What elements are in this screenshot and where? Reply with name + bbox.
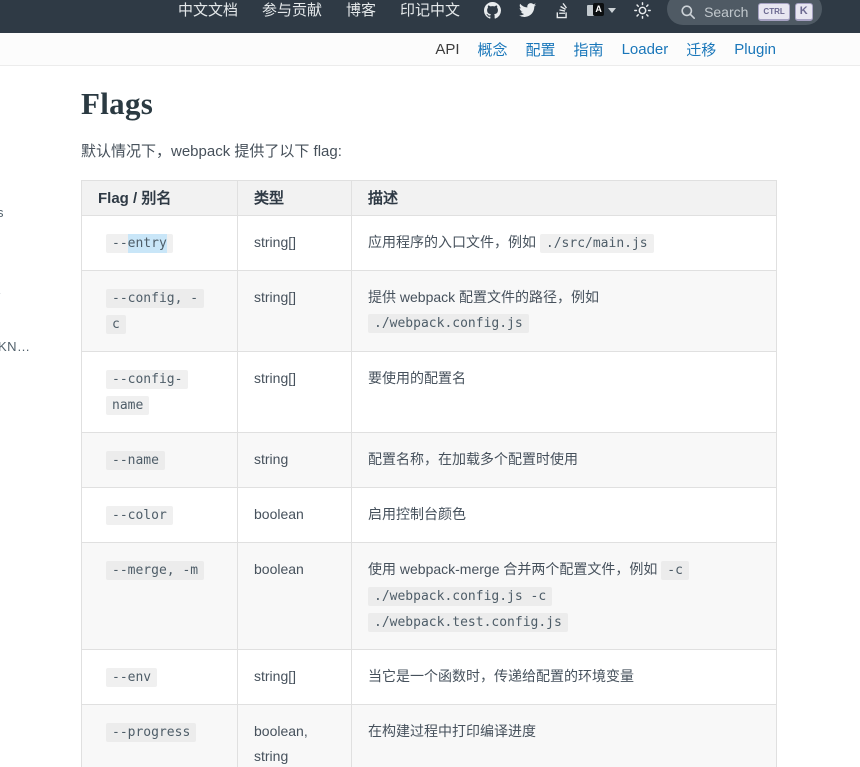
flag-code: --env xyxy=(106,668,157,687)
table-row: --name string配置名称，在加载多个配置时使用 xyxy=(82,433,777,488)
stackoverflow-icon[interactable] xyxy=(554,3,569,19)
table-row: --env string[]当它是一个函数时，传递给配置的环境变量 xyxy=(82,650,777,705)
table-header-row: Flag / 别名类型描述 xyxy=(82,181,777,216)
section-nav: API 概念配置指南 Loader 迁移 Plugin xyxy=(0,33,860,66)
subnav-item-2[interactable]: 概念 xyxy=(478,39,508,60)
flag-cell: --config, -c xyxy=(82,271,238,352)
flag-code: --entry xyxy=(106,234,173,253)
type-cell: string[] xyxy=(238,650,352,705)
table-row: --color boolean启用控制台颜色 xyxy=(82,488,777,543)
subnav-item-3[interactable]: 配置 xyxy=(526,39,556,60)
flag-code: --config, -c xyxy=(106,289,204,334)
desc-cell: 启用控制台颜色 xyxy=(352,488,777,543)
desc-cell: 配置名称，在加载多个配置时使用 xyxy=(352,433,777,488)
type-cell: string[] xyxy=(238,271,352,352)
flag-cell: --color xyxy=(82,488,238,543)
type-cell: string xyxy=(238,433,352,488)
desc-cell: 要使用的配置名 xyxy=(352,352,777,433)
flag-code: --config-name xyxy=(106,370,188,415)
type-cell: string[] xyxy=(238,216,352,271)
twitter-icon[interactable] xyxy=(519,3,536,18)
topbar-icons: A xyxy=(484,0,651,19)
desc-code: ./webpack.config.js xyxy=(368,314,529,333)
translate-icon-front: A xyxy=(593,3,604,16)
column-header-1: Flag / 别名 xyxy=(82,181,238,216)
column-header-2: 类型 xyxy=(238,181,352,216)
type-cell: boolean, string xyxy=(238,705,352,767)
intro-paragraph: 默认情况下，webpack 提供了以下 flag: xyxy=(81,140,860,161)
desc-cell: 提供 webpack 配置文件的路径，例如 ./webpack.config.j… xyxy=(352,271,777,352)
search-shortcut-keys: CTRL K xyxy=(758,3,812,21)
kbd-ctrl: CTRL xyxy=(758,3,789,21)
desc-code: -c ./webpack.config.js -c ./webpack.test… xyxy=(368,561,689,632)
topbar-links: 中文文档参与贡献博客印记中文 xyxy=(166,0,472,20)
search-box[interactable]: Search CTRL K xyxy=(667,0,822,25)
main-content: Flags 默认情况下，webpack 提供了以下 flag: Flag / 别… xyxy=(0,66,860,767)
theme-light-icon[interactable] xyxy=(634,2,651,19)
table-row: --config, -c string[]提供 webpack 配置文件的路径，例… xyxy=(82,271,777,352)
top-navbar: 中文文档参与贡献博客印记中文 A xyxy=(0,0,860,33)
subnav-item-6[interactable]: 迁移 xyxy=(686,39,716,60)
topbar-link-2[interactable]: 参与贡献 xyxy=(250,1,334,20)
flag-cell: --entry xyxy=(82,216,238,271)
page-title: Flags xyxy=(81,86,860,122)
translate-icon: A xyxy=(587,3,604,18)
search-placeholder: Search xyxy=(704,4,748,20)
desc-code: ./src/main.js xyxy=(540,234,654,253)
flag-code: --merge, -m xyxy=(106,561,204,580)
chevron-down-icon xyxy=(608,8,616,13)
flag-code: --progress xyxy=(106,723,196,742)
table-row: --entry string[]应用程序的入口文件，例如 ./src/main.j… xyxy=(82,216,777,271)
flags-table: Flag / 别名类型描述 --entrystring[]应用程序的入口文件，例… xyxy=(81,180,777,767)
type-cell: string[] xyxy=(238,352,352,433)
flag-cell: --progress xyxy=(82,705,238,767)
flag-cell: --config-name xyxy=(82,352,238,433)
subnav-item-7[interactable]: Plugin xyxy=(734,41,776,58)
desc-cell: 应用程序的入口文件，例如 ./src/main.js xyxy=(352,216,777,271)
desc-cell: 当它是一个函数时，传递给配置的环境变量 xyxy=(352,650,777,705)
flag-cell: --env xyxy=(82,650,238,705)
flag-code: --name xyxy=(106,451,165,470)
table-row: --merge, -m boolean使用 webpack-merge 合并两个配… xyxy=(82,543,777,650)
topbar-link-1[interactable]: 中文文档 xyxy=(166,1,250,20)
type-cell: boolean xyxy=(238,488,352,543)
desc-cell: 使用 webpack-merge 合并两个配置文件，例如 -c ./webpac… xyxy=(352,543,777,650)
column-header-3: 描述 xyxy=(352,181,777,216)
flag-code: --color xyxy=(106,506,173,525)
search-highlight: entry xyxy=(128,234,167,253)
table-row: --progress boolean, string在构建过程中打印编译进度 xyxy=(82,705,777,767)
type-cell: boolean xyxy=(238,543,352,650)
desc-cell: 在构建过程中打印编译进度 xyxy=(352,705,777,767)
page: 中文文档参与贡献博客印记中文 A xyxy=(0,0,860,767)
subnav-item-4[interactable]: 指南 xyxy=(574,39,604,60)
translate-menu[interactable]: A xyxy=(587,3,616,18)
topbar-link-3[interactable]: 博客 xyxy=(334,1,388,20)
flag-cell: --name xyxy=(82,433,238,488)
search-icon xyxy=(680,4,696,20)
github-icon[interactable] xyxy=(484,2,501,19)
subnav-item-5[interactable]: Loader xyxy=(622,41,669,58)
flag-cell: --merge, -m xyxy=(82,543,238,650)
subnav-item-1[interactable]: API xyxy=(435,41,459,58)
table-row: --config-name string[]要使用的配置名 xyxy=(82,352,777,433)
topbar-link-4[interactable]: 印记中文 xyxy=(388,1,472,20)
kbd-k: K xyxy=(795,3,813,21)
